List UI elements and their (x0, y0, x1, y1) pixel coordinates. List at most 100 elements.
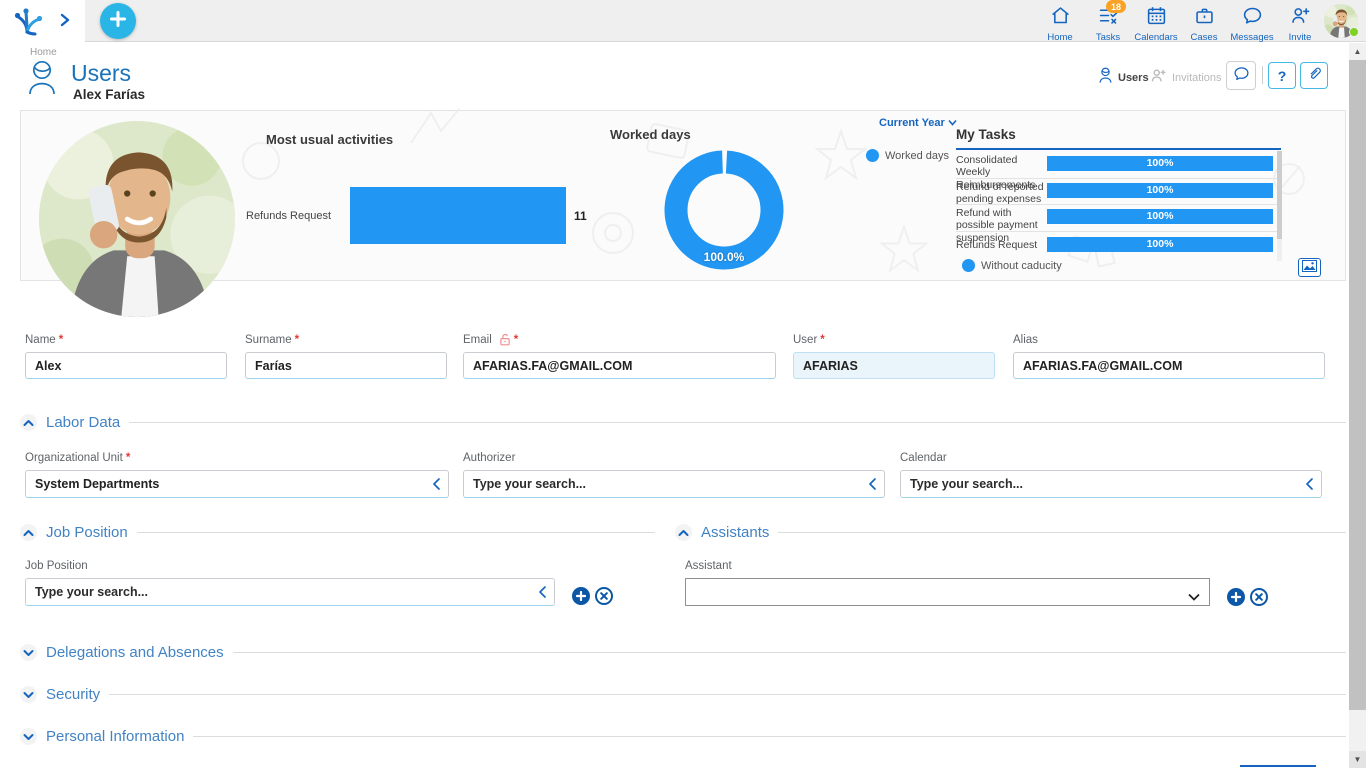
my-tasks-scrollbar[interactable] (1277, 151, 1282, 261)
profile-photo[interactable] (39, 121, 235, 317)
task-progress-bar: 100% (1047, 183, 1273, 198)
remove-job-position-button[interactable] (595, 587, 613, 605)
collapse-chevron-down-icon[interactable] (20, 686, 37, 703)
lookup-chevron-icon[interactable] (431, 477, 441, 496)
invite-person-icon (1290, 5, 1311, 31)
scrollbar-down-arrow[interactable]: ▼ (1349, 751, 1366, 768)
add-job-position-button[interactable] (572, 587, 590, 605)
surname-input[interactable] (245, 352, 447, 379)
authorizer-field: Authorizer (463, 450, 885, 498)
app-logo-icon[interactable] (12, 6, 46, 41)
question-mark-icon: ? (1278, 68, 1287, 84)
alias-label: Alias (1013, 334, 1038, 346)
nav-home[interactable]: Home (1036, 1, 1084, 41)
remove-assistant-button[interactable] (1250, 588, 1268, 606)
user-field: User* (793, 332, 995, 379)
scrollbar-up-arrow[interactable]: ▲ (1349, 43, 1366, 60)
security-title[interactable]: Security (46, 686, 100, 703)
email-label: Email (463, 334, 492, 346)
personal-information-title[interactable]: Personal Information (46, 728, 184, 745)
expand-menu-chevron-icon[interactable] (60, 13, 70, 32)
collapse-chevron-up-icon[interactable] (20, 524, 37, 541)
assistant-select[interactable] (685, 578, 1210, 606)
scrollbar-thumb[interactable] (1349, 60, 1366, 710)
collapse-chevron-down-icon[interactable] (20, 728, 37, 745)
section-assistants: Assistants (675, 524, 1346, 541)
tab-invitations[interactable]: Invitations (1150, 67, 1222, 89)
calendar-label: Calendar (900, 452, 947, 464)
task-separator (956, 204, 1278, 205)
worked-days-legend-label: Worked days (885, 150, 949, 162)
section-divider-line (193, 736, 1346, 737)
attachments-button[interactable] (1300, 62, 1328, 89)
section-labor-data: Labor Data (20, 414, 1346, 431)
nav-messages-label: Messages (1230, 32, 1273, 43)
nav-messages[interactable]: Messages (1228, 1, 1276, 41)
job-position-input[interactable] (25, 578, 555, 606)
name-input[interactable] (25, 352, 227, 379)
worked-days-legend: Worked days (866, 149, 949, 162)
task-separator (956, 178, 1278, 179)
authorizer-label: Authorizer (463, 452, 515, 464)
help-button[interactable]: ? (1268, 62, 1296, 89)
organizational-unit-input[interactable] (25, 470, 449, 498)
nav-cases[interactable]: Cases (1180, 1, 1228, 41)
new-item-button[interactable] (100, 3, 136, 39)
authorizer-input[interactable] (463, 470, 885, 498)
job-position-label: Job Position (25, 560, 88, 572)
alias-field: Alias (1013, 332, 1325, 379)
lock-icon (499, 333, 511, 346)
breadcrumb[interactable]: Home (30, 47, 57, 58)
legend-dot-icon (962, 259, 975, 272)
user-input[interactable] (793, 352, 995, 379)
activities-bar (350, 187, 566, 244)
add-assistant-button[interactable] (1227, 588, 1245, 606)
caducity-legend: Without caducity (962, 259, 1062, 272)
section-divider-line (233, 652, 1346, 653)
section-security: Security (20, 686, 1346, 703)
job-position-title[interactable]: Job Position (46, 524, 128, 541)
section-divider-line (778, 532, 1346, 533)
below-fold-element-edge (1240, 765, 1316, 767)
delegations-title[interactable]: Delegations and Absences (46, 644, 224, 661)
labor-data-title[interactable]: Labor Data (46, 414, 120, 431)
assistants-title[interactable]: Assistants (701, 524, 769, 541)
name-field: Name* (25, 332, 227, 379)
nav-tasks[interactable]: 18 Tasks (1084, 1, 1132, 41)
my-tasks-underline (956, 148, 1281, 150)
collapse-chevron-up-icon[interactable] (675, 524, 692, 541)
nav-tasks-label: Tasks (1096, 32, 1120, 43)
nav-home-label: Home (1047, 32, 1072, 43)
tab-invitations-label: Invitations (1172, 72, 1222, 84)
collapse-chevron-up-icon[interactable] (20, 414, 37, 431)
lookup-chevron-icon[interactable] (1304, 477, 1314, 496)
alias-input[interactable] (1013, 352, 1325, 379)
email-input[interactable] (463, 352, 776, 379)
calendar-icon (1146, 5, 1167, 31)
period-selector[interactable]: Current Year (879, 117, 957, 129)
section-job-position: Job Position (20, 524, 655, 541)
calendar-input[interactable] (900, 470, 1322, 498)
dashboard-banner: Most usual activities Refunds Request 11… (20, 110, 1346, 281)
image-icon (1302, 259, 1317, 277)
lookup-chevron-icon[interactable] (867, 477, 877, 496)
lookup-chevron-icon[interactable] (537, 585, 547, 604)
collapse-chevron-down-icon[interactable] (20, 644, 37, 661)
page-scrollbar[interactable]: ▲ ▼ (1349, 43, 1366, 768)
user-label: User (793, 334, 817, 346)
nav-invite[interactable]: Invite (1276, 1, 1324, 41)
task-progress-bar: 100% (1047, 209, 1273, 224)
plus-icon (109, 10, 127, 33)
home-icon (1050, 5, 1071, 31)
section-delegations: Delegations and Absences (20, 644, 1346, 661)
chart-image-button[interactable] (1298, 258, 1321, 277)
name-label: Name (25, 334, 56, 346)
nav-calendars[interactable]: Calendars (1132, 1, 1180, 41)
worked-days-chart-title: Worked days (610, 127, 691, 142)
comments-button[interactable] (1226, 61, 1256, 90)
my-tasks-scrollbar-thumb[interactable] (1277, 151, 1282, 239)
task-label: Refund of reported pending expenses (956, 181, 1044, 206)
organizational-unit-field: Organizational Unit* (25, 450, 449, 498)
tab-users[interactable]: Users (1098, 67, 1149, 89)
logo-container (0, 0, 85, 42)
